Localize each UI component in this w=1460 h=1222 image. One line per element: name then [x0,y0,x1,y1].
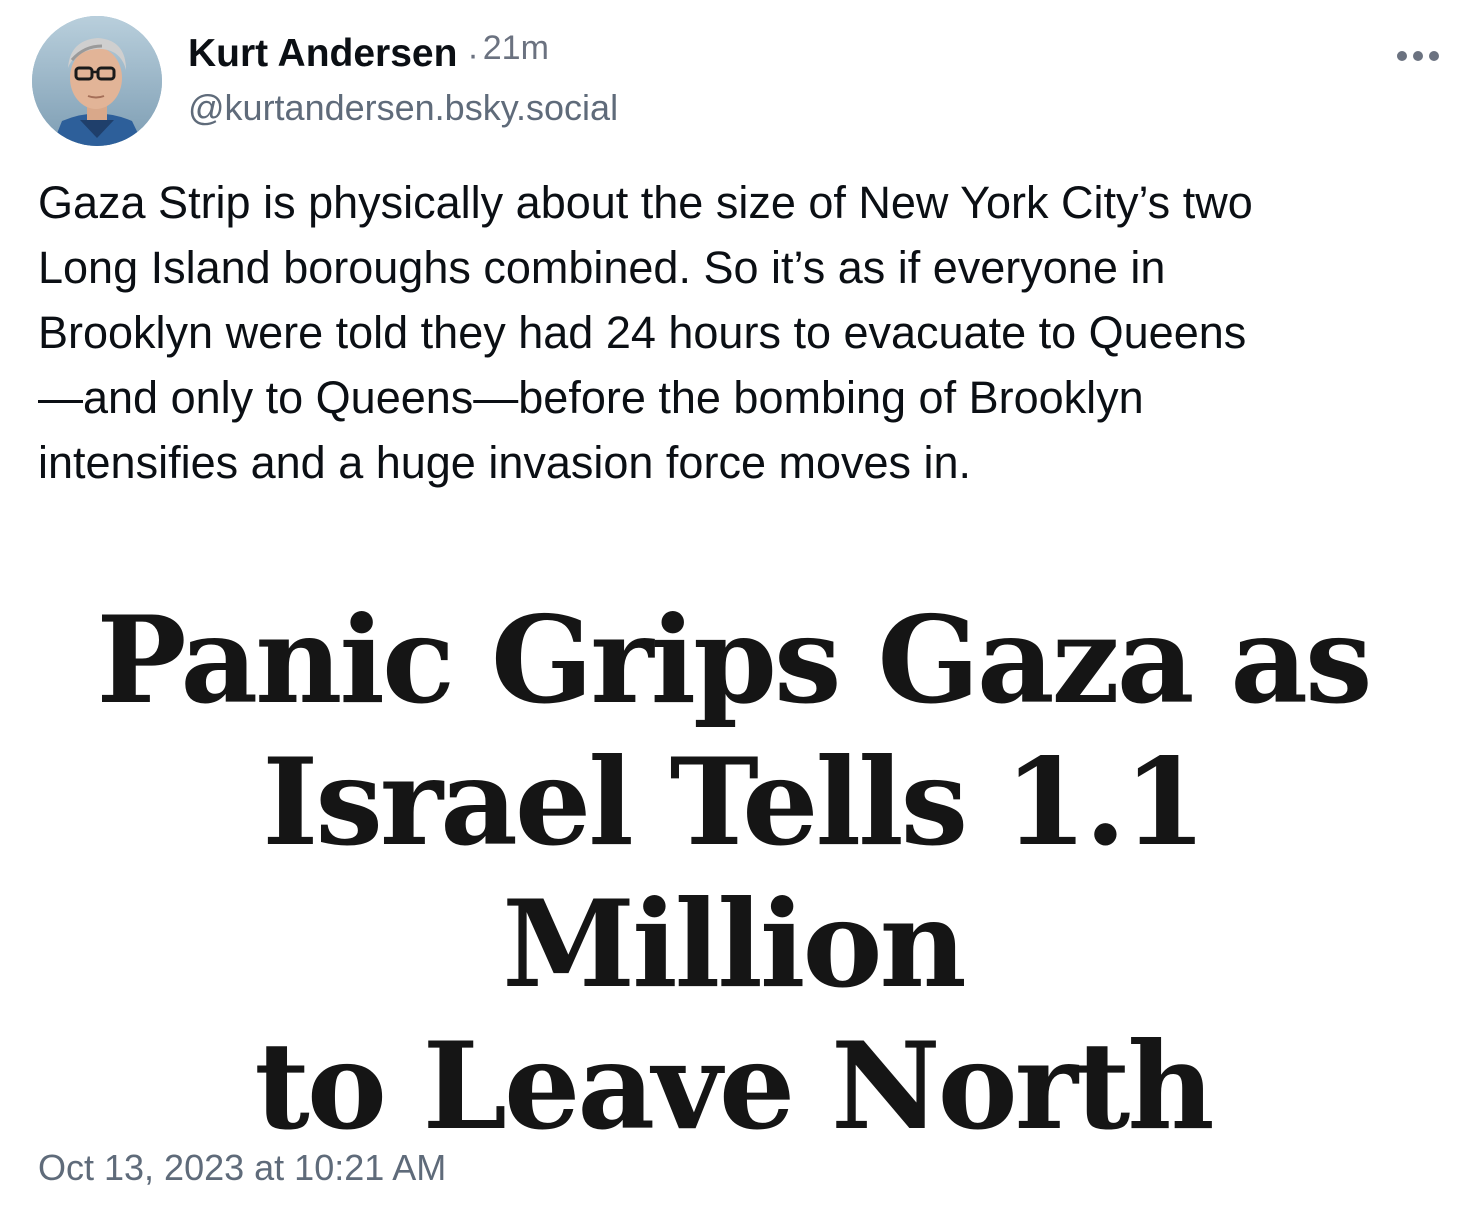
post-card: Kurt Andersen · 21m @kurtandersen.bsky.soc… [0,0,1460,1222]
headline-line: Panic Grips Gaza as [96,590,1372,731]
separator-dot: · [467,36,479,74]
author-avatar[interactable] [32,16,162,146]
post-timestamp: Oct 13, 2023 at 10:21 AM [38,1147,447,1188]
post-time-ago[interactable]: 21m [483,29,549,67]
headline-line: to Leave North [254,1016,1214,1157]
embed-headline: Panic Grips Gaza as Israel Tells 1.1 Mil… [38,590,1428,1158]
headline-line: Israel Tells 1.1 Million [262,732,1207,1015]
author-display-name[interactable]: Kurt Andersen [188,32,457,75]
author-line: Kurt Andersen · 21m [188,29,549,86]
more-horizontal-icon [1397,51,1439,61]
author-handle[interactable]: @kurtandersen.bsky.social [188,84,618,132]
avatar-image [32,16,162,146]
more-options-button[interactable] [1392,36,1448,76]
embedded-headline-image[interactable]: Panic Grips Gaza as Israel Tells 1.1 Mil… [38,560,1428,1157]
post-text: Gaza Strip is physically about the size … [38,177,1253,488]
